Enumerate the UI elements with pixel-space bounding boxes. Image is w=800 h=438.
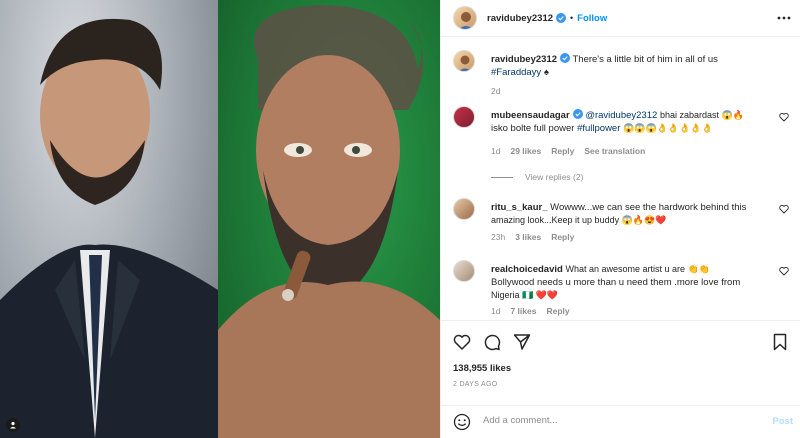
comment-line2: isko bolte full power — [491, 123, 575, 134]
verified-badge-icon — [572, 109, 583, 119]
comment-line2: amazing look...Keep it up buddy 😱🔥😍❤️ — [491, 215, 667, 225]
comment-body: bhai zabardast 😱🔥 — [659, 110, 744, 120]
author-avatar[interactable] — [453, 6, 477, 30]
comment-meta: 1d 7 likes Reply — [491, 306, 570, 316]
post-actions — [441, 320, 800, 360]
caption-username[interactable]: ravidubey2312 — [491, 54, 557, 65]
comment-time[interactable]: 1d — [491, 146, 500, 156]
commenter-username[interactable]: ritu_s_kaur_ — [491, 202, 548, 213]
caption-time[interactable]: 2d — [491, 86, 500, 96]
post-details-panel: ravidubey2312 • Follow ravidubey2312 The… — [440, 0, 800, 438]
caption-text: ravidubey2312 There's a little bit of hi… — [491, 53, 781, 79]
post-media[interactable] — [0, 0, 440, 438]
comment-text: realchoicedavid What an awesome artist u… — [491, 263, 781, 302]
comment-item: ritu_s_kaur_ Wowww...we can see the hard… — [453, 198, 793, 248]
comment-time[interactable]: 23h — [491, 232, 505, 242]
comment-time[interactable]: 1d — [491, 306, 500, 316]
comment-item: realchoicedavid What an awesome artist u… — [453, 260, 793, 320]
comment-likes[interactable]: 29 likes — [510, 146, 541, 156]
comment-text: mubeensaudagar @ravidubey2312 bhai zabar… — [491, 109, 781, 135]
like-comment-heart-icon[interactable] — [779, 112, 789, 122]
view-replies-button[interactable]: View replies (2) — [491, 172, 583, 182]
more-options-icon[interactable] — [777, 12, 791, 24]
comments-scroll[interactable]: ravidubey2312 There's a little bit of hi… — [441, 38, 800, 320]
caption-body: There's a little bit of him in all of us — [572, 54, 718, 65]
verified-badge-icon — [556, 13, 567, 23]
verified-badge-icon — [560, 53, 571, 63]
comment-text: ritu_s_kaur_ Wowww...we can see the hard… — [491, 201, 781, 227]
caption-meta: 2d — [491, 86, 500, 96]
view-replies-label[interactable]: View replies (2) — [525, 172, 583, 182]
comment-body: What an awesome artist u are 👏👏 — [565, 264, 710, 274]
comment-meta: 23h 3 likes Reply — [491, 232, 574, 242]
see-translation-button[interactable]: See translation — [584, 146, 645, 156]
like-comment-heart-icon[interactable] — [779, 266, 789, 276]
post-header: ravidubey2312 • Follow — [441, 0, 800, 37]
comment-body: Wowww...we can see the hardwork behind t… — [550, 202, 747, 213]
caption-hashtag[interactable]: #Faraddayy — [491, 67, 541, 78]
reply-button[interactable]: Reply — [551, 232, 574, 242]
share-paper-plane-icon[interactable] — [513, 333, 531, 351]
comment-bubble-icon[interactable] — [483, 333, 501, 351]
comment-item: mubeensaudagar @ravidubey2312 bhai zabar… — [453, 106, 793, 196]
commenter-avatar[interactable] — [453, 106, 475, 128]
comment-mention[interactable]: @ravidubey2312 — [585, 110, 657, 121]
commenter-avatar[interactable] — [453, 198, 475, 220]
reply-button[interactable]: Reply — [546, 306, 569, 316]
comment-input[interactable] — [483, 415, 733, 426]
caption-suffix: ♠ — [543, 67, 549, 78]
comment-likes[interactable]: 7 likes — [510, 306, 536, 316]
comment-likes[interactable]: 3 likes — [515, 232, 541, 242]
photo-portrait-groomed — [0, 0, 218, 438]
comment-line3: Nigeria 🇳🇬 ❤️❤️ — [491, 290, 559, 300]
comment-meta: 1d 29 likes Reply See translation — [491, 146, 645, 156]
separator: • — [570, 13, 574, 23]
comment-line2: Bollywood needs u more than u need them … — [491, 277, 741, 288]
post-date[interactable]: 2 DAYS AGO — [453, 381, 498, 388]
portrait-illustration — [0, 18, 218, 438]
comment-emojis: 😱😱😱👌👌👌👌👌 — [623, 123, 713, 133]
replies-divider — [491, 176, 513, 178]
save-bookmark-icon[interactable] — [771, 333, 789, 351]
emoji-smiley-icon[interactable] — [453, 413, 471, 431]
comment-hashtag[interactable]: #fullpower — [577, 123, 620, 134]
add-comment-bar: Post — [441, 405, 800, 438]
like-comment-heart-icon[interactable] — [779, 204, 789, 214]
likes-count[interactable]: 138,955 likes — [453, 363, 511, 374]
caption: ravidubey2312 There's a little bit of hi… — [453, 50, 793, 100]
author-username[interactable]: ravidubey2312 — [487, 13, 553, 24]
tagged-users-icon[interactable] — [6, 418, 20, 432]
follow-button[interactable]: Follow — [577, 13, 607, 24]
post-comment-button[interactable]: Post — [772, 416, 793, 427]
commenter-avatar[interactable] — [453, 260, 475, 282]
caption-avatar[interactable] — [453, 50, 475, 72]
reply-button[interactable]: Reply — [551, 146, 574, 156]
character-illustration — [218, 5, 440, 438]
commenter-username[interactable]: mubeensaudagar — [491, 110, 570, 121]
commenter-username[interactable]: realchoicedavid — [491, 264, 563, 275]
photo-character-look — [218, 0, 440, 438]
like-heart-icon[interactable] — [453, 333, 471, 351]
